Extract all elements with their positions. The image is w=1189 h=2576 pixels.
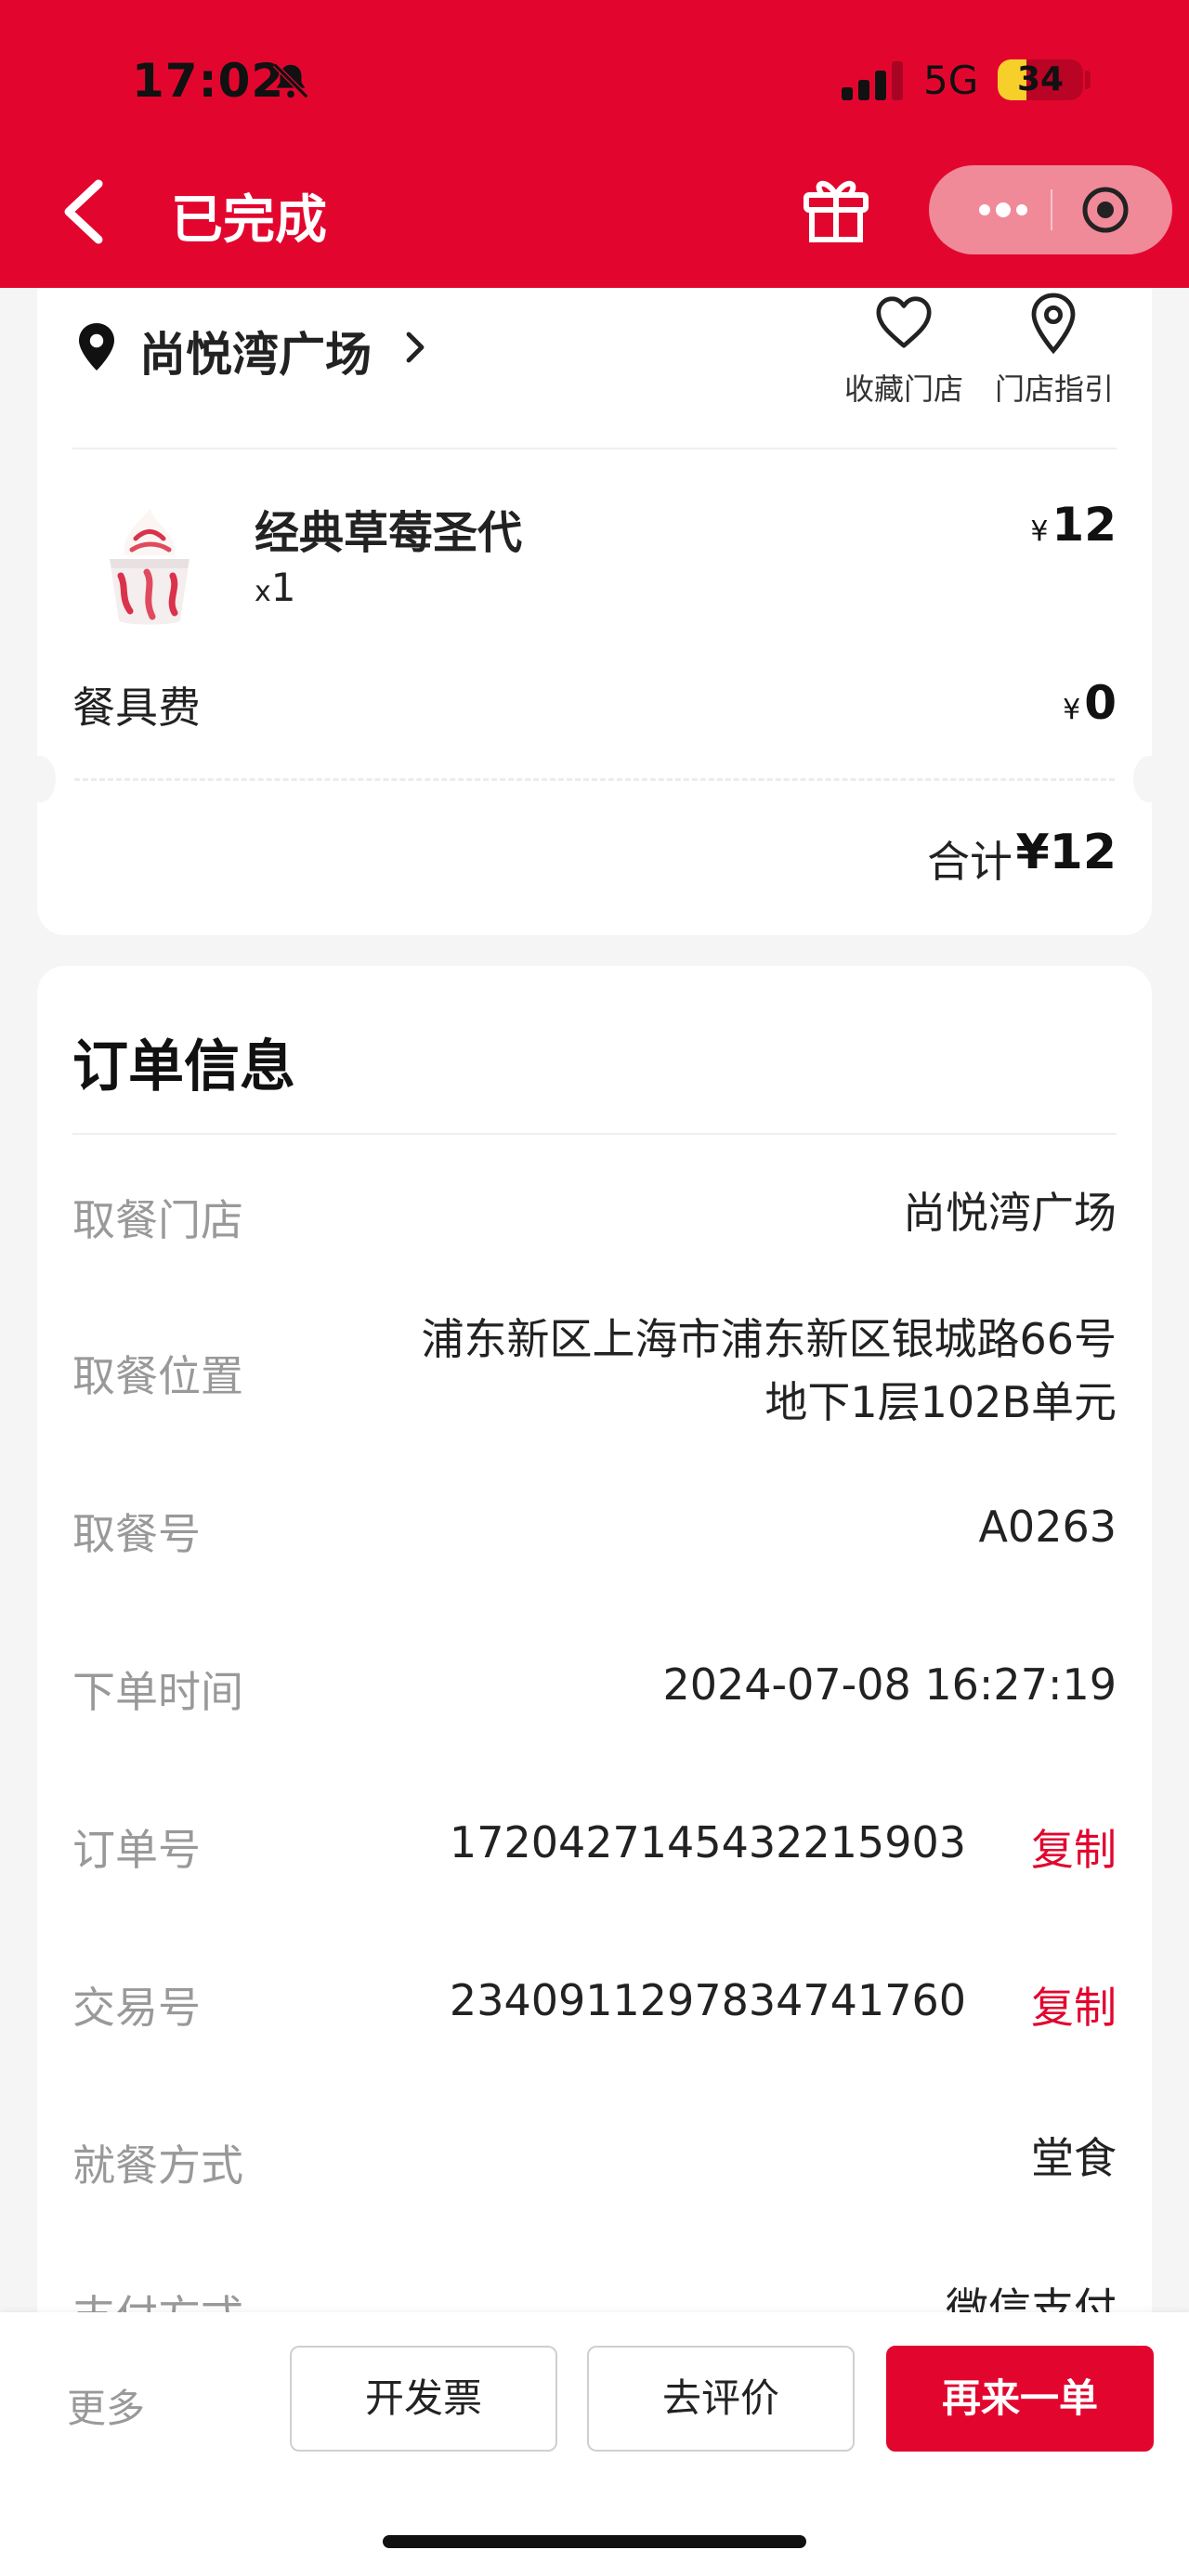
store-name-link[interactable]: 尚悦湾广场	[139, 318, 372, 384]
strawberry-sundae-image	[110, 509, 189, 625]
invoice-button[interactable]: 开发票	[290, 2346, 557, 2452]
pickup-location-label: 取餐位置	[72, 1351, 243, 1401]
signal-icon	[842, 61, 903, 100]
pickup-location-line2: 地下1层102B单元	[764, 1377, 1117, 1427]
quantity-value: 1	[270, 565, 296, 610]
copy-order-number-button[interactable]: 复制	[1031, 1816, 1117, 1878]
product-quantity: x1	[255, 565, 296, 610]
dining-method-label: 就餐方式	[72, 2140, 243, 2191]
product-name: 经典草莓圣代	[255, 507, 523, 559]
order-detail-page: 17:02 5G 34 已完成 尚悦湾广场 收藏门店 门店指引 经典草莓圣代 x…	[0, 0, 1189, 2576]
currency-symbol: ¥	[1030, 515, 1049, 548]
capsule-divider	[1051, 189, 1052, 230]
back-arrow-icon[interactable]	[58, 176, 110, 247]
transaction-number-value: 2340911297834741760	[449, 1975, 966, 2025]
gift-icon[interactable]	[801, 171, 871, 245]
order-time-label: 下单时间	[72, 1667, 243, 1717]
pickup-store-label: 取餐门店	[72, 1195, 243, 1245]
transaction-number-label: 交易号	[72, 1983, 201, 2033]
currency-symbol: ¥	[1063, 694, 1081, 726]
ticket-notch-left	[24, 756, 56, 802]
fee-value: 0	[1084, 676, 1117, 730]
more-button[interactable]: 更多	[67, 2377, 145, 2434]
price-value: 12	[1052, 498, 1117, 552]
battery-tip	[1085, 71, 1091, 89]
copy-transaction-number-button[interactable]: 复制	[1031, 1974, 1117, 2036]
dining-method-value: 堂食	[1031, 2133, 1117, 2183]
store-guide-label[interactable]: 门店指引	[992, 366, 1117, 409]
total-amount: ¥12	[1015, 825, 1117, 880]
product-price: ¥12	[1030, 498, 1117, 552]
quantity-prefix: x	[255, 576, 271, 608]
pickup-number-value: A0263	[978, 1502, 1117, 1552]
page-title: 已完成	[171, 190, 327, 251]
order-number-label: 订单号	[72, 1825, 201, 1875]
dashed-divider	[74, 778, 1115, 781]
battery-level: 34	[1016, 60, 1065, 98]
utensil-fee-label: 餐具费	[72, 683, 201, 733]
status-time: 17:02	[132, 54, 285, 108]
pickup-number-label: 取餐号	[72, 1509, 201, 1559]
heart-icon[interactable]	[873, 292, 934, 353]
chevron-right-icon[interactable]	[403, 331, 425, 364]
bell-muted-icon	[272, 62, 309, 99]
utensil-fee-amount: ¥0	[1063, 676, 1117, 730]
divider	[72, 1133, 1117, 1135]
order-time-value: 2024-07-08 16:27:19	[662, 1659, 1117, 1710]
home-indicator[interactable]	[383, 2535, 806, 2548]
favorite-store-label[interactable]: 收藏门店	[842, 366, 966, 409]
network-type: 5G	[923, 58, 979, 103]
total-label: 合计	[927, 837, 1013, 887]
reorder-button[interactable]: 再来一单	[886, 2346, 1154, 2452]
order-number-value: 1720427145432215903	[449, 1817, 966, 1867]
more-dots-icon[interactable]	[957, 165, 1050, 254]
mini-program-capsule	[929, 165, 1172, 254]
location-pin-icon	[79, 323, 114, 371]
pickup-location-line1: 浦东新区上海市浦东新区银城路66号	[421, 1314, 1117, 1364]
pickup-store-value: 尚悦湾广场	[903, 1188, 1117, 1238]
review-button[interactable]: 去评价	[587, 2346, 855, 2452]
order-info-title: 订单信息	[72, 1034, 295, 1099]
store-guide-pin-icon[interactable]	[1027, 292, 1079, 357]
divider	[72, 448, 1117, 449]
close-target-icon[interactable]	[1078, 182, 1133, 238]
ticket-notch-right	[1133, 756, 1165, 802]
battery-icon: 34	[998, 59, 1083, 100]
